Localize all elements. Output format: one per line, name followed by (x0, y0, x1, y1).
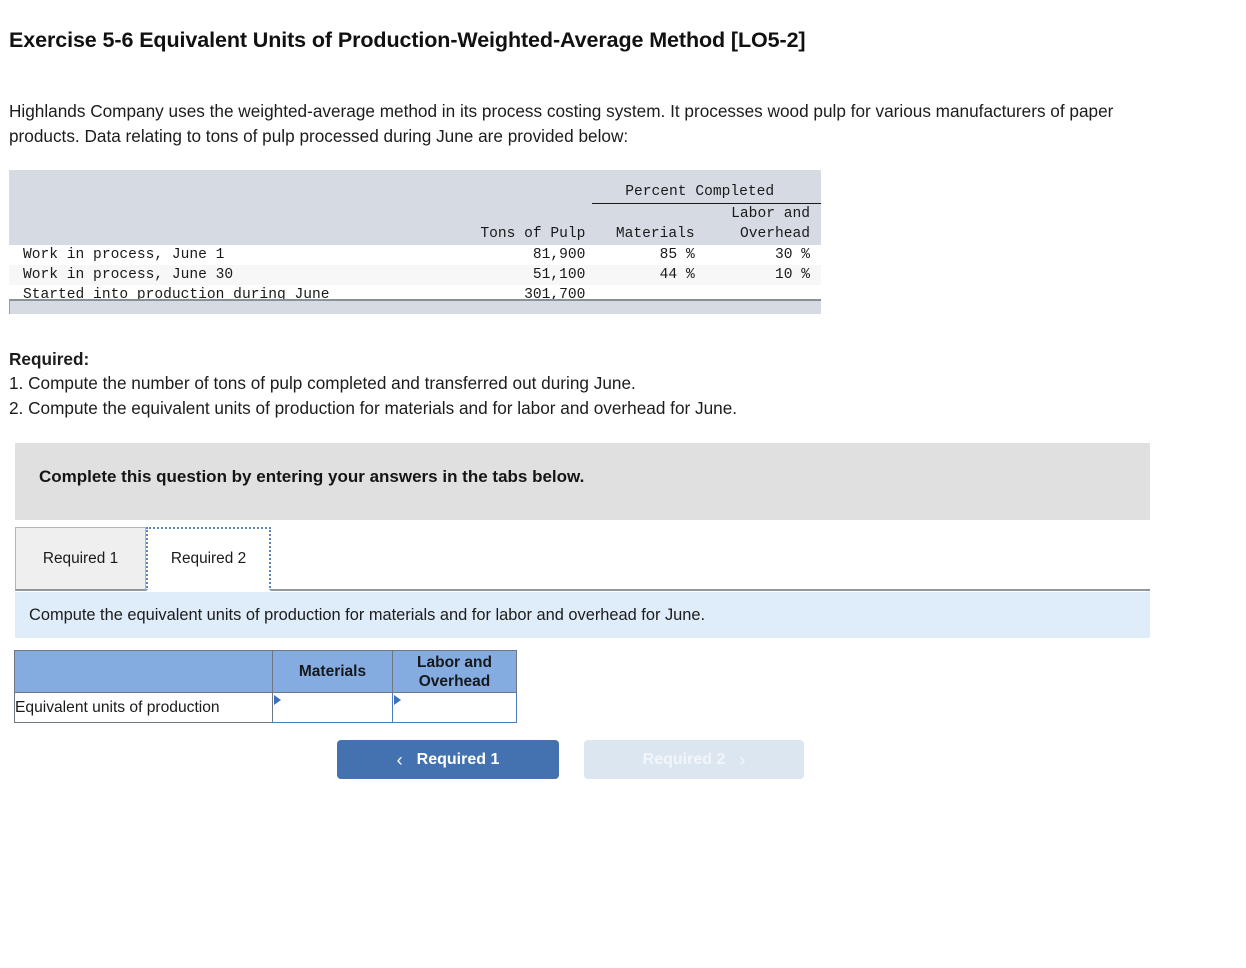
column-header-materials: Materials (615, 226, 695, 242)
row-materials: 44 % (659, 267, 695, 283)
row-tons: 81,900 (532, 247, 586, 263)
required-item-1: 1. Compute the number of tons of pulp co… (9, 373, 636, 394)
problem-data-table: Percent Completed Labor and Tons of Pulp… (9, 170, 821, 305)
table-group-header-row: Percent Completed (9, 182, 821, 204)
required-item-2: 2. Compute the equivalent units of produ… (9, 397, 738, 418)
answer-table-header-row: Materials Labor and Overhead (14, 650, 517, 693)
instruction-banner-text: Complete this question by entering your … (39, 467, 585, 486)
materials-input-cell[interactable] (272, 692, 393, 723)
row-materials: 85 % (659, 247, 695, 263)
row-label: Work in process, June 30 (23, 267, 234, 283)
table-row: Work in process, June 30 51,100 44 % 10 … (9, 265, 821, 285)
prev-required-1-button[interactable]: ‹ Required 1 (337, 740, 559, 779)
chevron-left-icon: ‹ (396, 749, 403, 770)
answer-table-row: Equivalent units of production (14, 692, 517, 723)
cell-marker-icon (394, 695, 401, 705)
column-header-labor-overhead-line2: Overhead (739, 226, 810, 242)
tab-label: Required 2 (170, 550, 247, 567)
table-row: Work in process, June 1 81,900 85 % 30 % (9, 245, 821, 265)
tab-label: Required 1 (42, 549, 119, 567)
labor-overhead-input[interactable] (393, 693, 516, 722)
answer-header-labor-overhead-line1: Labor and (417, 653, 492, 671)
horizontal-scrollbar[interactable] (9, 299, 821, 314)
cell-marker-icon (274, 695, 281, 705)
next-button-label: Required 2 (642, 750, 726, 768)
row-label: Work in process, June 1 (23, 247, 225, 263)
answer-row-label: Equivalent units of production (14, 692, 273, 723)
tab-required-2[interactable]: Required 2 (146, 527, 271, 591)
table-spacer-row (9, 170, 821, 182)
tab-required-1[interactable]: Required 1 (15, 527, 146, 591)
tab-strip: Required 1 Required 2 (15, 527, 1150, 591)
answer-header-labor-overhead-line2: Overhead (418, 672, 491, 690)
column-header-tons-of-pulp: Tons of Pulp (480, 226, 586, 242)
answer-entry-table: Materials Labor and Overhead Equivalent … (14, 650, 517, 723)
percent-completed-group-header: Percent Completed (592, 182, 821, 204)
required-section: Required: 1. Compute the number of tons … (9, 347, 737, 420)
page-title: Exercise 5-6 Equivalent Units of Product… (9, 28, 806, 52)
answer-header-blank (14, 650, 273, 693)
intro-paragraph: Highlands Company uses the weighted-aver… (9, 101, 1114, 146)
table-header-row-1: Labor and (9, 204, 821, 225)
required-heading: Required: (9, 349, 90, 369)
instruction-banner: Complete this question by entering your … (15, 443, 1150, 520)
answer-header-materials: Materials (272, 650, 393, 693)
chevron-right-icon: › (739, 749, 746, 770)
column-header-labor-overhead-line1: Labor and (731, 206, 810, 222)
task-instruction-bar: Compute the equivalent units of producti… (15, 592, 1150, 638)
row-tons: 51,100 (532, 267, 586, 283)
task-instruction-text: Compute the equivalent units of producti… (29, 605, 706, 624)
answer-header-labor-overhead: Labor and Overhead (392, 650, 517, 693)
labor-overhead-input-cell[interactable] (392, 692, 517, 723)
table-header-row-2: Tons of Pulp Materials Overhead (9, 224, 821, 245)
row-labor-overhead: 10 % (774, 267, 810, 283)
materials-input[interactable] (273, 693, 392, 722)
row-labor-overhead: 30 % (774, 247, 810, 263)
next-required-2-button[interactable]: Required 2 › (584, 740, 804, 779)
prev-button-label: Required 1 (416, 750, 500, 768)
